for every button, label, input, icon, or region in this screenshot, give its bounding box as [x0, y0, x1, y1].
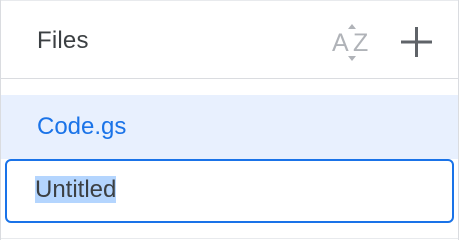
files-panel-title: Files: [37, 27, 89, 54]
file-list: Code.gs: [1, 95, 458, 159]
sort-files-button[interactable]: A Z: [328, 19, 380, 65]
svg-text:Z: Z: [353, 29, 368, 57]
rename-file-input[interactable]: Untitled: [35, 175, 117, 205]
svg-text:A: A: [332, 29, 349, 57]
sort-az-icon: A Z: [332, 24, 368, 61]
plus-icon: [401, 27, 432, 57]
rename-file-value: Untitled: [35, 176, 117, 203]
add-file-button[interactable]: [393, 19, 441, 65]
panel-bottom-divider: [1, 238, 458, 239]
file-item-label: Code.gs: [37, 113, 127, 140]
files-panel: Files A Z Code.gs Untitled: [0, 0, 459, 240]
rename-file-field[interactable]: Untitled: [5, 159, 454, 223]
file-item-code-gs[interactable]: Code.gs: [1, 95, 458, 159]
files-panel-header: Files A Z: [1, 0, 458, 79]
